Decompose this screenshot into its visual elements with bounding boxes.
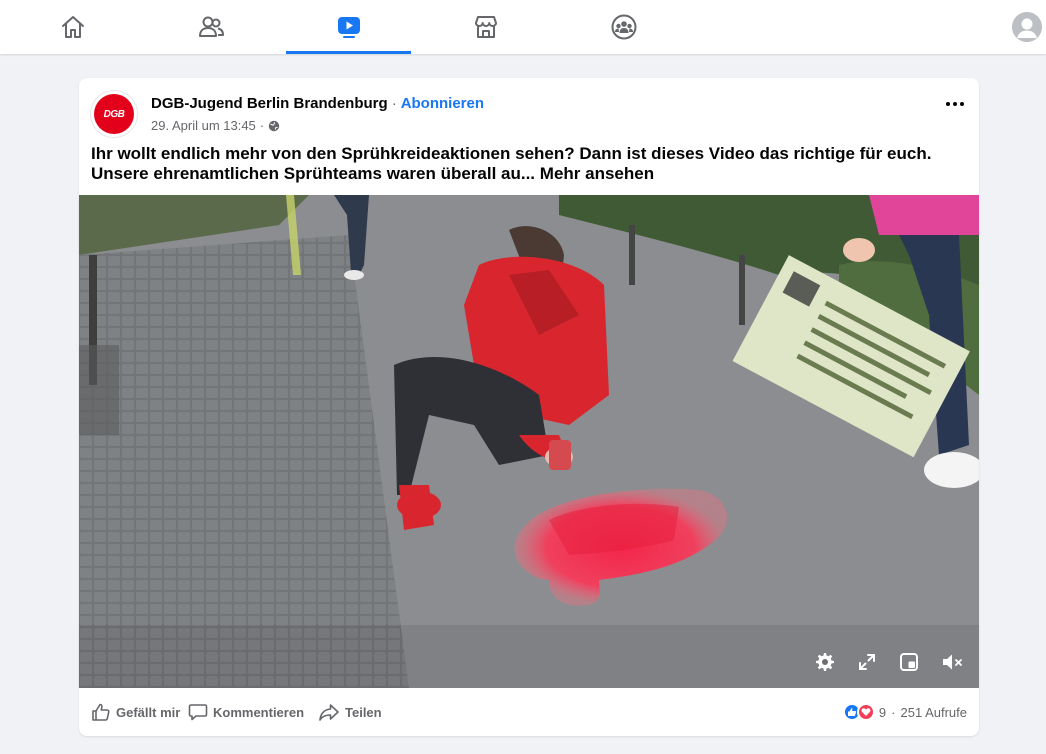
avatar-icon <box>1012 12 1042 42</box>
subscribe-button[interactable]: Abonnieren <box>401 95 484 112</box>
top-navigation-bar <box>0 0 1046 54</box>
marketplace-icon <box>475 16 497 38</box>
share-icon <box>319 704 339 721</box>
love-reaction-icon[interactable] <box>856 703 875 721</box>
home-icon <box>62 16 84 38</box>
post-text-line-1: Ihr wollt endlich mehr von den Sprühkrei… <box>91 144 932 163</box>
muted-icon <box>943 654 962 670</box>
video-frame <box>79 195 979 688</box>
post-text-excerpt: Unsere ehrenamtlichen Sprühteams waren ü… <box>91 164 536 183</box>
fullscreen-icon <box>859 654 875 670</box>
comment-button[interactable]: Kommentieren <box>188 696 304 728</box>
post-timestamp[interactable]: 29. April um 13:45 <box>151 118 256 133</box>
header-separator: · <box>391 95 397 112</box>
meta-separator: · <box>259 118 265 133</box>
stats-separator: · <box>891 704 896 720</box>
groups-icon <box>611 14 637 40</box>
picture-in-picture-button[interactable] <box>895 648 923 676</box>
share-label: Teilen <box>345 704 382 720</box>
profile-avatar[interactable] <box>1012 12 1042 42</box>
post-text-line-2: Unsere ehrenamtlichen Sprühteams waren ü… <box>91 164 961 184</box>
settings-icon <box>816 653 834 671</box>
page-avatar[interactable]: DGB <box>90 90 138 138</box>
share-button[interactable]: Teilen <box>318 696 382 728</box>
mute-button[interactable] <box>938 648 966 676</box>
post-meta: 29. April um 13:45 · <box>151 118 280 133</box>
picture-in-picture-icon <box>900 653 918 671</box>
page-name-link[interactable]: DGB-Jugend Berlin Brandenburg <box>151 95 388 112</box>
more-options-button[interactable] <box>941 92 969 116</box>
post-header: DGB-Jugend Berlin Brandenburg · Abonnieren <box>151 95 484 112</box>
thumbs-up-icon <box>92 703 110 721</box>
like-button[interactable]: Gefällt mir <box>91 696 180 728</box>
watch-icon <box>337 17 360 38</box>
fullscreen-button[interactable] <box>853 648 881 676</box>
views-count: 251 Aufrufe <box>900 704 968 720</box>
video-settings-button[interactable] <box>810 648 838 676</box>
post-text: Ihr wollt endlich mehr von den Sprühkrei… <box>91 144 961 184</box>
reactions-count[interactable]: 9 <box>879 705 886 720</box>
tab-watch[interactable] <box>286 0 411 54</box>
see-more-link[interactable]: Mehr ansehen <box>540 164 654 183</box>
video-player[interactable] <box>79 195 979 688</box>
tab-marketplace[interactable] <box>435 0 537 54</box>
post-stats: 9 · 251 Aufrufe <box>842 696 968 728</box>
tab-home[interactable] <box>22 0 124 54</box>
comment-icon <box>188 704 208 721</box>
post-actions-bar: Gefällt mir Kommentieren Teilen 9 · 251 … <box>79 696 979 728</box>
friends-icon <box>199 16 224 37</box>
dgb-logo: DGB <box>94 94 134 134</box>
globe-icon <box>268 120 280 131</box>
comment-label: Kommentieren <box>213 704 305 720</box>
tab-friends[interactable] <box>160 0 262 54</box>
more-options-icon <box>946 102 950 106</box>
logo-text: DGB <box>103 108 125 120</box>
tab-groups[interactable] <box>573 0 675 54</box>
like-label: Gefällt mir <box>116 704 181 720</box>
post-card: DGB DGB-Jugend Berlin Brandenburg · Abonni… <box>79 78 979 736</box>
